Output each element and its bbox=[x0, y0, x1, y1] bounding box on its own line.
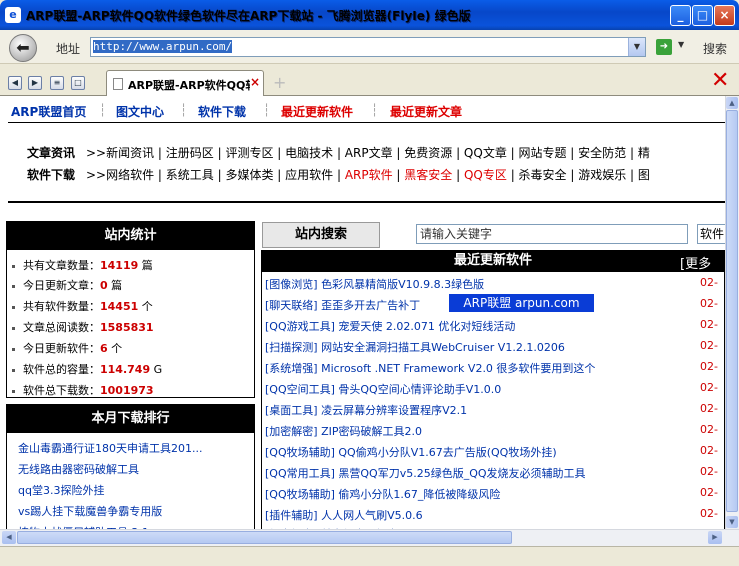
address-value: http://www.arpun.com/ bbox=[93, 40, 233, 53]
status-bar bbox=[0, 546, 739, 566]
list-item[interactable]: [图像浏览] 色彩风暴精简版V10.9.8.3绿色版 bbox=[265, 276, 484, 292]
software-link-separator: | bbox=[452, 168, 464, 182]
site-tooltip: ARP联盟 arpun.com bbox=[449, 294, 594, 312]
list-item-date: 02- bbox=[700, 360, 718, 373]
page-icon bbox=[113, 78, 123, 90]
list-item-date: 02- bbox=[700, 507, 718, 520]
software-links[interactable]: >>网络软件 | 系统工具 | 多媒体类 | 应用软件 | ARP软件 | 黑客… bbox=[86, 166, 650, 183]
search-label[interactable]: 搜索 bbox=[703, 40, 727, 57]
stat-row: 今日更新软件：6 个 bbox=[12, 340, 122, 356]
software-label: 软件下载 bbox=[27, 168, 76, 182]
list-item-date: 02- bbox=[700, 318, 718, 331]
list-item[interactable]: 金山毒霸通行证180天申请工具201... bbox=[18, 440, 202, 456]
maximize-icon[interactable]: □ bbox=[692, 5, 713, 26]
scroll-down-icon[interactable]: ▼ bbox=[726, 516, 738, 528]
articles-label: 文章资讯 bbox=[27, 146, 76, 160]
search-type-select[interactable]: 软件 bbox=[697, 224, 727, 244]
tab-close-icon[interactable]: × bbox=[250, 75, 260, 89]
vertical-scroll-thumb[interactable] bbox=[726, 110, 738, 512]
list-item-date: 02- bbox=[700, 276, 718, 289]
stat-row: 软件总的容量：114.749 G bbox=[12, 361, 162, 377]
nav-separator: ┆ bbox=[371, 103, 379, 117]
content-divider bbox=[8, 201, 725, 203]
back-arrow-icon[interactable]: ⬅ bbox=[9, 34, 37, 62]
site-search-title: 站内搜索 bbox=[262, 222, 380, 248]
search-input[interactable]: 请输入关键字 bbox=[416, 224, 688, 244]
stat-row: 软件总下载数：1001973 bbox=[12, 382, 154, 398]
nav-separator: ┆ bbox=[99, 103, 107, 117]
chevron-down-icon[interactable]: ▼ bbox=[628, 38, 645, 56]
list-item[interactable]: [桌面工具] 凌云屏幕分辨率设置程序V2.1 bbox=[265, 402, 467, 418]
list-item[interactable]: vs踢人挂下载魔兽争霸专用版 bbox=[18, 503, 162, 519]
list-item[interactable]: [加密解密] ZIP密码破解工具2.0 bbox=[265, 423, 422, 439]
nav-latest-software[interactable]: 最近更新软件 bbox=[281, 103, 353, 120]
go-arrow-icon[interactable]: ➜ bbox=[656, 39, 672, 55]
address-input[interactable]: http://www.arpun.com/ bbox=[90, 37, 646, 57]
scroll-up-icon[interactable]: ▲ bbox=[726, 97, 738, 109]
window-title: ARP联盟-ARP软件QQ软件绿色软件尽在ARP下载站 - 飞腾浏览器(FlyI… bbox=[26, 9, 471, 23]
list-item-date: 02- bbox=[700, 486, 718, 499]
app-icon: e bbox=[5, 7, 21, 23]
scroll-right-icon[interactable]: ▶ bbox=[708, 531, 722, 544]
software-link-separator: | bbox=[392, 168, 405, 182]
list-item-date: 02- bbox=[700, 465, 718, 478]
tab-page-icon[interactable]: □ bbox=[71, 76, 85, 90]
software-link-group[interactable]: | 杀毒安全 | 游戏娱乐 | 图 bbox=[507, 168, 650, 182]
list-item[interactable]: [扫描探测] 网站安全漏洞扫描工具WebCruiser V1.2.1.0206 bbox=[265, 339, 565, 355]
list-item[interactable]: [QQ牧场辅助] QQ偷鸡小分队V1.67去广告版(QQ牧场外挂) bbox=[265, 444, 557, 460]
nav-home[interactable]: ARP联盟首页 bbox=[11, 103, 86, 120]
tab-label: ARP联盟-ARP软件QQ软件绿色软件尽在ARP下载站 bbox=[128, 79, 250, 92]
list-item-date: 02- bbox=[700, 402, 718, 415]
list-item[interactable]: [聊天联络] 歪歪多开去广告补丁 bbox=[265, 297, 420, 313]
go-dropdown-icon[interactable]: ▼ bbox=[678, 40, 684, 49]
nav-gallery[interactable]: 图文中心 bbox=[116, 103, 164, 120]
close-icon[interactable]: × bbox=[714, 5, 735, 26]
list-item[interactable]: [系统增强] Microsoft .NET Framework V2.0 很多软… bbox=[265, 360, 595, 376]
ranking-title: 本月下载排行 bbox=[7, 405, 254, 433]
nav-separator: ┆ bbox=[263, 103, 271, 117]
more-link[interactable]: [更多 bbox=[680, 253, 711, 272]
list-item[interactable]: [QQ牧场辅助] 偷鸡小分队1.67_降低被降级风险 bbox=[265, 486, 500, 502]
address-label: 地址 bbox=[56, 42, 81, 56]
list-item-date: 02- bbox=[700, 339, 718, 352]
software-link-qq[interactable]: QQ专区 bbox=[464, 168, 507, 182]
list-item[interactable]: [QQ常用工具] 黑营QQ军刀v5.25绿色版_QQ发烧友必须辅助工具 bbox=[265, 465, 586, 481]
software-link-hacker[interactable]: 黑客安全 bbox=[404, 168, 452, 182]
tab-list-icon[interactable]: ≡ bbox=[50, 76, 64, 90]
tab-back-icon[interactable]: ◀ bbox=[8, 76, 22, 90]
stat-row: 共有文章数量：14119 篇 bbox=[12, 257, 153, 273]
scroll-left-icon[interactable]: ◀ bbox=[2, 531, 16, 544]
articles-links[interactable]: >>新闻资讯 | 注册码区 | 评测专区 | 电脑技术 | ARP文章 | 免费… bbox=[86, 144, 650, 161]
latest-title: 最近更新软件 bbox=[261, 250, 725, 272]
tab-forward-icon[interactable]: ▶ bbox=[28, 76, 42, 90]
horizontal-scroll-thumb[interactable] bbox=[17, 531, 512, 544]
stat-row: 文章总阅读数：1585831 bbox=[12, 319, 154, 335]
software-link-group[interactable]: >>网络软件 | 系统工具 | 多媒体类 | 应用软件 | bbox=[86, 168, 345, 182]
nav-divider bbox=[8, 122, 725, 123]
nav-latest-articles[interactable]: 最近更新文章 bbox=[390, 103, 462, 120]
list-item[interactable]: 无线路由器密码破解工具 bbox=[18, 461, 139, 477]
list-item-date: 02- bbox=[700, 297, 718, 310]
software-link-arp[interactable]: ARP软件 bbox=[345, 168, 393, 182]
stats-title: 站内统计 bbox=[7, 222, 254, 250]
minimize-icon[interactable]: _ bbox=[670, 5, 691, 26]
list-item[interactable]: [插件辅助] 人人网人气刷V5.0.6 bbox=[265, 507, 423, 523]
list-item[interactable]: qq堂3.3探险外挂 bbox=[18, 482, 104, 498]
nav-software[interactable]: 软件下载 bbox=[198, 103, 246, 120]
list-item[interactable]: [QQ空间工具] 骨头QQ空间心情评论助手V1.0.0 bbox=[265, 381, 501, 397]
stat-row: 今日更新文章：0 篇 bbox=[12, 277, 122, 293]
list-item-date: 02- bbox=[700, 381, 718, 394]
stat-row: 共有软件数量：14451 个 bbox=[12, 298, 153, 314]
list-item-date: 02- bbox=[700, 423, 718, 436]
new-tab-icon[interactable]: + bbox=[273, 73, 286, 92]
close-all-icon[interactable]: ✕ bbox=[711, 68, 729, 93]
list-item-date: 02- bbox=[700, 444, 718, 457]
nav-separator: ┆ bbox=[180, 103, 188, 117]
list-item[interactable]: [QQ游戏工具] 宠爱天使 2.02.071 优化对短线活动 bbox=[265, 318, 515, 334]
